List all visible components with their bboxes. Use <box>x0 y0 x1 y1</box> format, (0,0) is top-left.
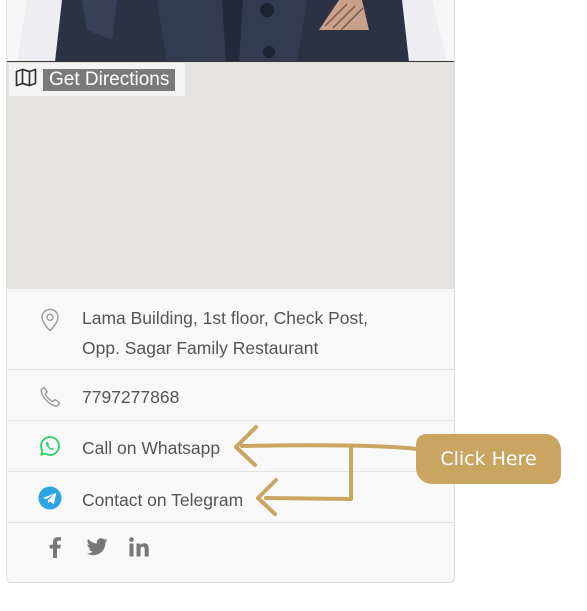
telegram-row[interactable]: Contact on Telegram <box>7 471 454 523</box>
contact-card: Get Directions Lama Building, 1st floor,… <box>6 0 455 583</box>
profile-photo-graphic <box>7 0 454 61</box>
telegram-link[interactable]: Contact on Telegram <box>82 485 243 515</box>
map-icon <box>15 68 37 92</box>
phone-icon <box>37 384 63 410</box>
get-directions-label: Get Directions <box>43 68 176 91</box>
phone-number[interactable]: 7797277868 <box>82 382 179 412</box>
phone-row[interactable]: 7797277868 <box>7 369 454 421</box>
twitter-icon[interactable] <box>85 535 109 559</box>
profile-photo <box>7 0 454 62</box>
map-embed[interactable]: Get Directions <box>7 62 454 288</box>
social-links <box>7 522 454 582</box>
whatsapp-row[interactable]: Call on Whatsapp <box>7 420 454 472</box>
page: Get Directions Lama Building, 1st floor,… <box>0 0 587 611</box>
address-text: Lama Building, 1st floor, Check Post, Op… <box>82 303 368 363</box>
get-directions-button[interactable]: Get Directions <box>9 63 186 96</box>
facebook-icon[interactable] <box>43 535 67 559</box>
location-pin-icon <box>37 307 63 333</box>
address-line-2: Opp. Sagar Family Restaurant <box>82 338 319 358</box>
address-line-1: Lama Building, 1st floor, Check Post, <box>82 308 368 328</box>
linkedin-icon[interactable] <box>127 535 151 559</box>
whatsapp-icon <box>37 433 63 459</box>
click-here-badge: Click Here <box>416 434 561 484</box>
address-row: Lama Building, 1st floor, Check Post, Op… <box>7 288 454 370</box>
telegram-icon <box>37 485 63 511</box>
whatsapp-link[interactable]: Call on Whatsapp <box>82 433 220 463</box>
